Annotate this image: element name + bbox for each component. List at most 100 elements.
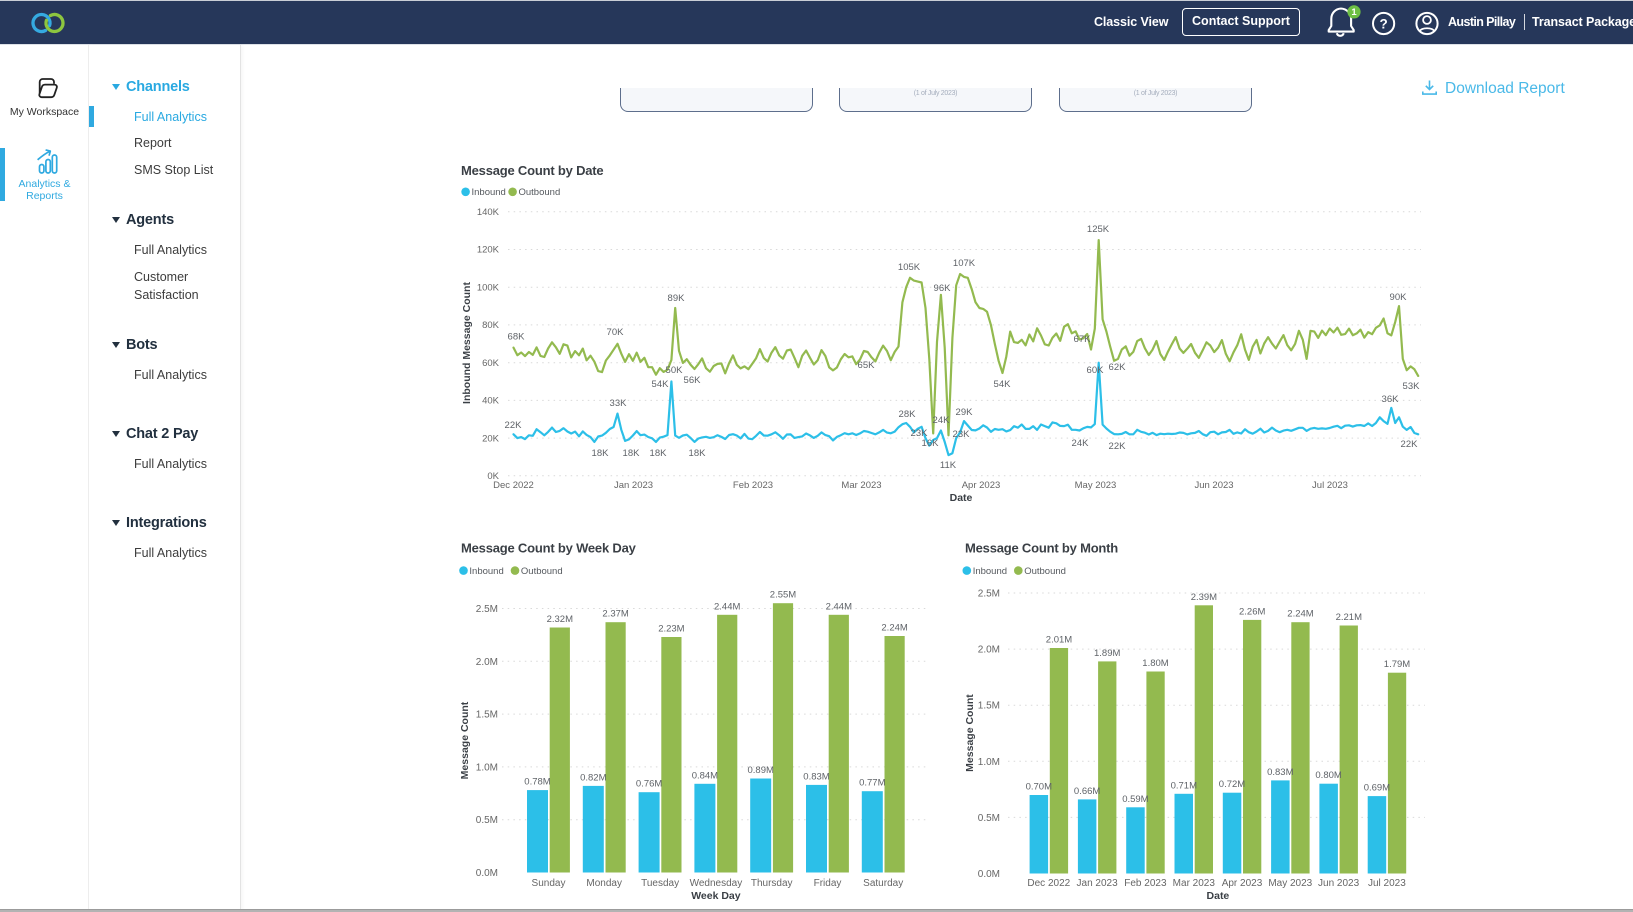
svg-text:Friday: Friday <box>814 878 842 889</box>
svg-text:68K: 68K <box>508 332 526 343</box>
svg-text:May 2023: May 2023 <box>1268 878 1312 889</box>
svg-text:0.71M: 0.71M <box>1171 780 1197 791</box>
svg-text:62K: 62K <box>1109 362 1127 373</box>
svg-text:2.01M: 2.01M <box>1046 635 1072 646</box>
svg-text:65K: 65K <box>858 360 876 371</box>
svg-text:89K: 89K <box>668 293 686 304</box>
svg-text:18K: 18K <box>689 448 707 459</box>
svg-text:54K: 54K <box>652 379 670 390</box>
svg-text:Dec 2022: Dec 2022 <box>493 480 534 491</box>
svg-text:125K: 125K <box>1087 224 1110 235</box>
svg-text:33K: 33K <box>610 398 628 409</box>
svg-text:Dec 2022: Dec 2022 <box>1027 878 1070 889</box>
svg-text:Mar 2023: Mar 2023 <box>1173 878 1216 889</box>
svg-text:Jun 2023: Jun 2023 <box>1318 878 1360 889</box>
svg-text:28K: 28K <box>899 409 917 420</box>
svg-text:Message Count by Month: Message Count by Month <box>965 541 1118 556</box>
svg-text:May 2023: May 2023 <box>1075 480 1117 491</box>
svg-text:2.44M: 2.44M <box>826 601 852 612</box>
svg-text:2.5M: 2.5M <box>476 604 498 615</box>
svg-text:22K: 22K <box>1401 439 1419 450</box>
svg-text:Message Count: Message Count <box>459 701 471 779</box>
svg-text:Sunday: Sunday <box>532 878 566 889</box>
svg-text:0.84M: 0.84M <box>692 770 718 781</box>
svg-text:0.89M: 0.89M <box>747 765 773 776</box>
svg-text:Feb 2023: Feb 2023 <box>1124 878 1167 889</box>
svg-text:1.0M: 1.0M <box>978 757 1000 768</box>
svg-text:2.44M: 2.44M <box>714 601 740 612</box>
svg-text:0.78M: 0.78M <box>524 777 550 788</box>
svg-text:0.83M: 0.83M <box>803 771 829 782</box>
svg-text:70K: 70K <box>607 327 625 338</box>
svg-text:2.5M: 2.5M <box>978 589 1000 600</box>
svg-text:11K: 11K <box>940 460 957 471</box>
svg-text:Week Day: Week Day <box>691 890 741 902</box>
svg-text:1.5M: 1.5M <box>476 710 498 721</box>
svg-text:60K: 60K <box>482 358 500 369</box>
svg-text:100K: 100K <box>477 282 500 293</box>
svg-text:Tuesday: Tuesday <box>641 878 679 889</box>
svg-text:16K: 16K <box>922 438 940 449</box>
svg-text:54K: 54K <box>994 379 1012 390</box>
svg-text:105K: 105K <box>898 262 921 273</box>
svg-text:Inbound: Inbound <box>469 566 503 577</box>
svg-text:0.5M: 0.5M <box>978 813 1000 824</box>
svg-text:2.55M: 2.55M <box>770 590 796 601</box>
svg-text:0.80M: 0.80M <box>1315 770 1341 781</box>
svg-text:0.0M: 0.0M <box>476 868 498 879</box>
svg-text:140K: 140K <box>477 207 500 218</box>
svg-text:Inbound: Inbound <box>472 187 506 198</box>
svg-text:22K: 22K <box>505 420 523 431</box>
svg-text:0.59M: 0.59M <box>1122 794 1148 805</box>
svg-text:1.0M: 1.0M <box>476 762 498 773</box>
svg-text:Wednesday: Wednesday <box>690 878 743 889</box>
svg-text:53K: 53K <box>1403 381 1421 392</box>
svg-text:120K: 120K <box>477 245 500 256</box>
svg-text:Feb 2023: Feb 2023 <box>733 480 773 491</box>
svg-text:Message Count by Week Day: Message Count by Week Day <box>461 541 637 556</box>
svg-text:40K: 40K <box>482 396 500 407</box>
svg-text:60K: 60K <box>1087 365 1105 376</box>
svg-text:1.79M: 1.79M <box>1384 659 1410 670</box>
svg-text:Apr 2023: Apr 2023 <box>1222 878 1263 889</box>
svg-text:1.80M: 1.80M <box>1142 658 1168 669</box>
svg-text:29K: 29K <box>956 407 974 418</box>
svg-text:Jun 2023: Jun 2023 <box>1194 480 1233 491</box>
svg-text:Inbound Message Count: Inbound Message Count <box>461 282 473 404</box>
svg-text:24K: 24K <box>1072 438 1090 449</box>
svg-text:Message Count: Message Count <box>964 694 976 772</box>
svg-text:Apr 2023: Apr 2023 <box>962 480 1001 491</box>
svg-text:18K: 18K <box>623 448 641 459</box>
svg-text:56K: 56K <box>684 375 702 386</box>
svg-text:Date: Date <box>1207 890 1230 902</box>
svg-text:90K: 90K <box>1390 292 1408 303</box>
svg-text:1.5M: 1.5M <box>978 701 1000 712</box>
svg-text:18K: 18K <box>592 448 610 459</box>
svg-text:0.77M: 0.77M <box>859 778 885 789</box>
svg-text:36K: 36K <box>1382 394 1400 405</box>
svg-text:2.0M: 2.0M <box>978 645 1000 656</box>
svg-text:2.32M: 2.32M <box>547 614 573 625</box>
svg-text:Mar 2023: Mar 2023 <box>841 480 881 491</box>
svg-text:18K: 18K <box>650 448 668 459</box>
svg-text:96K: 96K <box>934 283 952 294</box>
svg-text:Monday: Monday <box>586 878 622 889</box>
svg-text:Inbound: Inbound <box>973 566 1007 577</box>
svg-text:67K: 67K <box>1074 334 1092 345</box>
svg-text:0.76M: 0.76M <box>636 779 662 790</box>
svg-text:0.66M: 0.66M <box>1074 786 1100 797</box>
svg-text:0.70M: 0.70M <box>1026 782 1052 793</box>
svg-text:22K: 22K <box>1109 441 1127 452</box>
svg-text:Date: Date <box>950 492 973 504</box>
svg-text:23K: 23K <box>953 429 971 440</box>
svg-text:24K: 24K <box>933 415 951 426</box>
svg-text:2.24M: 2.24M <box>881 623 907 634</box>
svg-text:Outbound: Outbound <box>519 187 561 198</box>
svg-text:2.37M: 2.37M <box>602 609 628 620</box>
svg-text:0.82M: 0.82M <box>580 772 606 783</box>
svg-text:Saturday: Saturday <box>863 878 903 889</box>
svg-text:0.0M: 0.0M <box>978 869 1000 880</box>
svg-text:2.26M: 2.26M <box>1239 606 1265 617</box>
svg-text:80K: 80K <box>482 320 500 331</box>
svg-text:2.0M: 2.0M <box>476 657 498 668</box>
